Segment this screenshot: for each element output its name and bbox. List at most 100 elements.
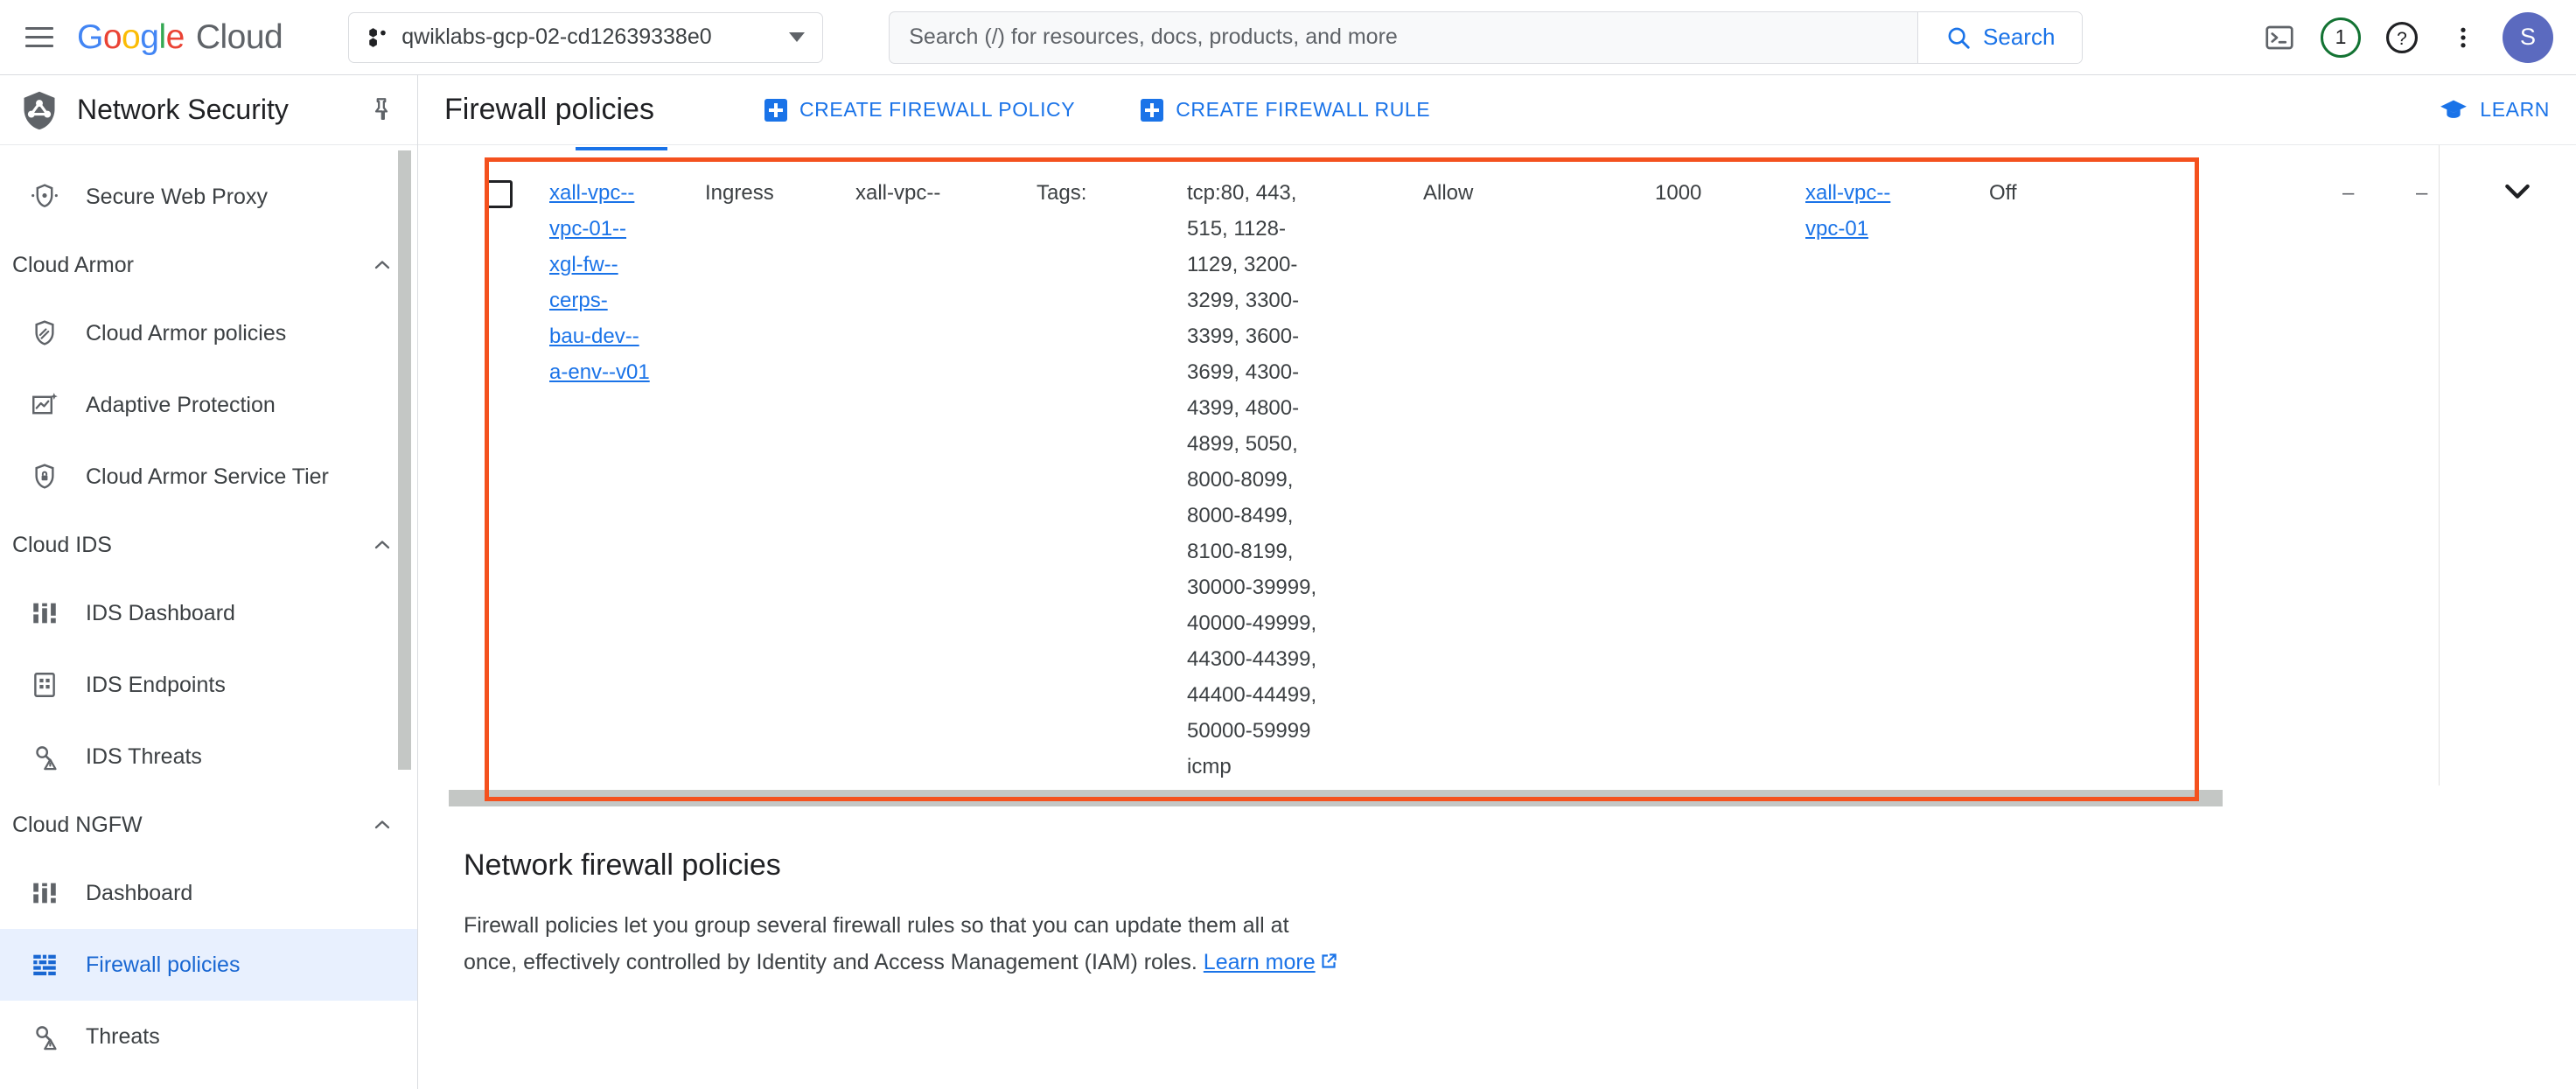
rule-name-link[interactable]: xgl-fw-- <box>549 253 618 276</box>
sidebar-header: Network Security <box>0 75 417 145</box>
search-bar[interactable]: Search <box>889 10 2084 64</box>
learn-button[interactable]: LEARN <box>2439 95 2550 125</box>
cell-protocols-ports: tcp:80, 443, 515, 1128- 1129, 3200- 3299… <box>1187 175 1423 785</box>
learn-more-link[interactable]: Learn more <box>1204 950 1316 974</box>
create-firewall-policy-button[interactable]: CREATE FIREWALL POLICY <box>764 98 1075 122</box>
sidebar-item-secure-web-proxy[interactable]: Secure Web Proxy <box>0 161 417 233</box>
rule-name-link[interactable]: cerps- <box>549 289 608 312</box>
port-line: 50000-59999 <box>1187 719 1311 743</box>
logo-letter-g2: g <box>140 17 159 56</box>
sidebar-scroll-region: Secure Web Proxy Cloud Armor Cloud Armor… <box>0 161 417 1089</box>
network-firewall-policies-section: Network firewall policies Firewall polic… <box>418 810 2576 984</box>
rule-name-link[interactable]: vpc-01-- <box>549 217 626 241</box>
row-select-checkbox[interactable] <box>485 180 513 208</box>
cell-direction: Ingress <box>705 181 774 205</box>
sidebar-item-ids-dashboard[interactable]: IDS Dashboard <box>0 577 417 649</box>
cell-logs: Off <box>1989 181 2017 205</box>
port-line: 4899, 5050, <box>1187 432 1298 456</box>
sidebar-group-cloud-armor[interactable]: Cloud Armor <box>0 233 417 297</box>
cell-priority: 1000 <box>1655 181 1702 205</box>
secure-web-proxy-icon <box>31 184 58 208</box>
sidebar-item-ngfw-dashboard[interactable]: Dashboard <box>0 857 417 929</box>
logo-letter-o2: o <box>122 17 141 56</box>
learn-label: LEARN <box>2480 98 2550 121</box>
avatar[interactable]: S <box>2503 11 2553 63</box>
hamburger-menu-icon[interactable] <box>19 17 59 58</box>
search-button-label: Search <box>1983 24 2056 50</box>
project-nodes-icon <box>369 27 387 47</box>
endpoints-icon <box>34 673 55 697</box>
plus-square-icon <box>1141 98 1164 122</box>
port-line: 515, 1128- <box>1187 217 1286 241</box>
google-cloud-logo[interactable]: G o o g l e Cloud <box>77 18 283 57</box>
chevron-up-icon <box>374 541 390 549</box>
section-title: Network firewall policies <box>464 848 781 882</box>
port-line: 8000-8099, <box>1187 468 1294 492</box>
page-title: Firewall policies <box>444 93 654 126</box>
rule-name-link[interactable]: a-env--v01 <box>549 360 650 384</box>
port-line: 40000-49999, <box>1187 611 1317 635</box>
sidebar-item-adaptive-protection[interactable]: Adaptive Protection <box>0 369 417 441</box>
search-button[interactable]: Search <box>1917 11 2083 63</box>
chevron-down-icon <box>2505 184 2530 199</box>
sidebar-item-cloud-armor-policies[interactable]: Cloud Armor policies <box>0 297 417 369</box>
sidebar-item-ids-endpoints[interactable]: IDS Endpoints <box>0 649 417 721</box>
network-link[interactable]: vpc-01 <box>1805 217 1868 241</box>
dashboard-bars-icon <box>33 603 56 624</box>
external-link-icon[interactable] <box>1317 947 1340 984</box>
search-input[interactable] <box>890 11 1918 63</box>
sidebar-item-firewall-policies[interactable]: Firewall policies <box>0 929 417 1001</box>
cell-filters: Tags: <box>1037 181 1087 205</box>
cloud-shell-button[interactable] <box>2252 10 2307 65</box>
previous-row-link-remnant <box>576 147 667 150</box>
row-expand-button[interactable] <box>2500 173 2535 213</box>
armor-shield-icon <box>35 320 54 346</box>
sidebar-group-label: Cloud NGFW <box>12 812 143 837</box>
section-description: Firewall policies let you group several … <box>464 907 1343 984</box>
pin-icon[interactable] <box>367 95 396 125</box>
sidebar-item-label: IDS Endpoints <box>86 672 226 697</box>
threats-icon <box>36 746 57 771</box>
logo-word-cloud: Cloud <box>195 17 283 56</box>
rule-name-link[interactable]: bau-dev-- <box>549 325 639 348</box>
chevron-up-icon <box>374 820 390 829</box>
terminal-icon <box>2265 25 2293 49</box>
project-selector[interactable]: qwiklabs-gcp-02-cd12639338e0 <box>348 11 824 63</box>
sidebar-item-ids-threats[interactable]: IDS Threats <box>0 721 417 792</box>
logo-letter-e: e <box>165 17 185 56</box>
table-horizontal-scrollbar-thumb[interactable] <box>449 790 2223 806</box>
help-button[interactable]: ? <box>2375 10 2429 65</box>
chevron-down-icon <box>789 32 806 42</box>
cell-network[interactable]: xall-vpc-- vpc-01 <box>1805 175 1989 247</box>
logo-letter-o1: o <box>102 17 122 56</box>
project-name-label: qwiklabs-gcp-02-cd12639338e0 <box>401 24 712 49</box>
sidebar-item-cloud-armor-service-tier[interactable]: Cloud Armor Service Tier <box>0 441 417 513</box>
sidebar-scrollbar-thumb[interactable] <box>398 150 411 770</box>
port-line: tcp:80, 443, <box>1187 181 1297 205</box>
sidebar-item-label: IDS Threats <box>86 743 202 769</box>
section-description-text: Firewall policies let you group several … <box>464 913 1289 974</box>
cell-rule-name[interactable]: xall-vpc-- vpc-01-- xgl-fw-- cerps- bau-… <box>549 175 705 390</box>
sidebar-item-label: Cloud Armor Service Tier <box>86 464 329 489</box>
port-line: 30000-39999, <box>1187 576 1317 599</box>
notification-count: 1 <box>2335 25 2347 48</box>
sidebar-group-cloud-ids[interactable]: Cloud IDS <box>0 513 417 577</box>
rule-name-link[interactable]: xall-vpc-- <box>549 181 634 205</box>
table-column-divider <box>2439 145 2440 789</box>
create-firewall-rule-button[interactable]: CREATE FIREWALL RULE <box>1141 98 1430 122</box>
network-link[interactable]: xall-vpc-- <box>1805 181 1890 205</box>
adaptive-protection-icon <box>32 393 58 415</box>
table-row[interactable]: xall-vpc-- vpc-01-- xgl-fw-- cerps- bau-… <box>485 157 2475 785</box>
sidebar-item-label: Cloud Armor policies <box>86 320 287 346</box>
sidebar-item-ngfw-threats[interactable]: Threats <box>0 1001 417 1072</box>
network-security-shield-icon <box>24 91 55 129</box>
port-line: 8100-8199, <box>1187 540 1294 563</box>
table-horizontal-scrollbar[interactable] <box>418 785 2576 810</box>
sidebar-group-cloud-ngfw[interactable]: Cloud NGFW <box>0 792 417 857</box>
cell-extra-2: – <box>2416 181 2428 205</box>
notifications-button[interactable]: 1 <box>2314 10 2368 65</box>
help-icon: ? <box>2385 21 2419 53</box>
more-options-button[interactable] <box>2436 10 2490 65</box>
sidebar-item-label: IDS Dashboard <box>86 600 235 625</box>
chevron-up-icon <box>374 261 390 269</box>
